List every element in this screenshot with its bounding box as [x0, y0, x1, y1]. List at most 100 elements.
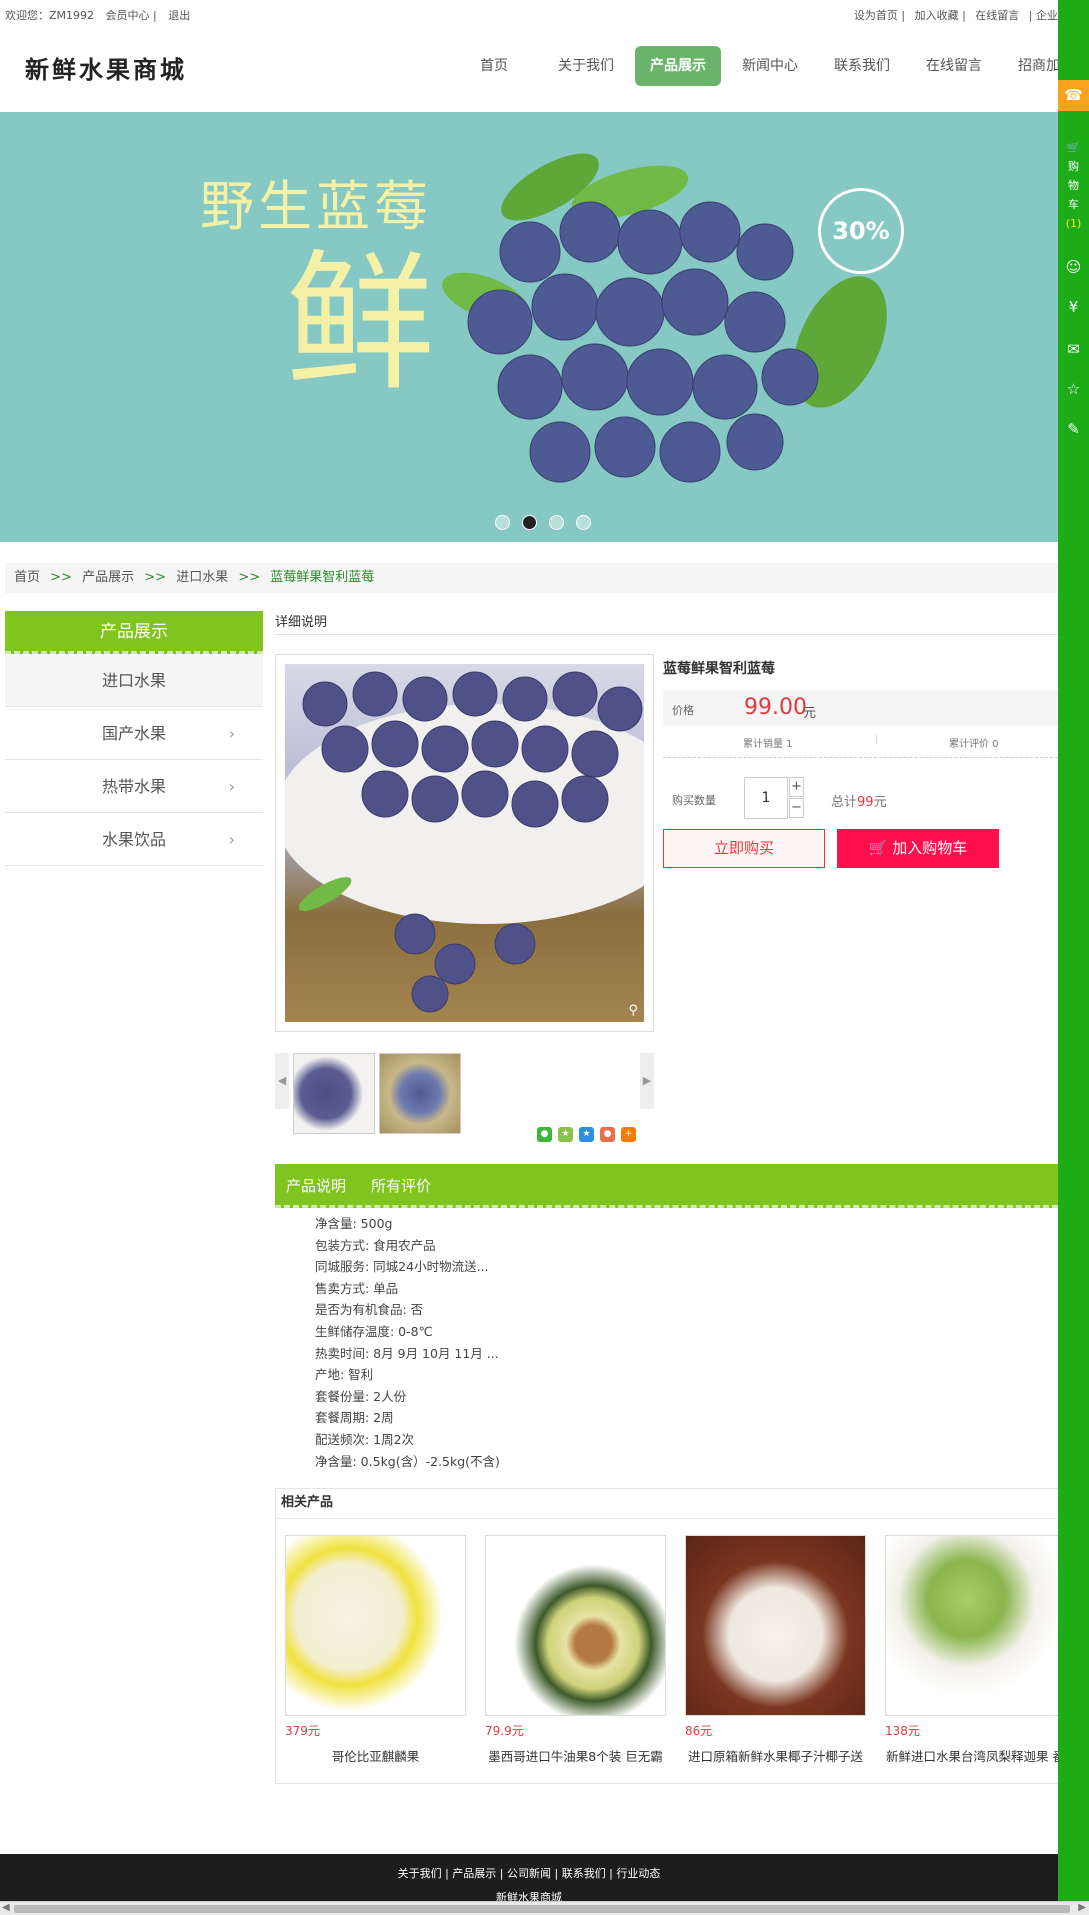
quantity-input[interactable]: 1 — [744, 777, 788, 819]
quantity-label: 购买数量 — [672, 794, 716, 807]
set-home-link[interactable]: 设为首页 | — [854, 9, 905, 22]
footer-links[interactable]: 关于我们 | 产品展示 | 公司新闻 | 联系我们 | 行业动态 — [0, 1854, 1058, 1881]
product-main-photo[interactable]: ⚲ — [275, 654, 654, 1032]
favorite-icon[interactable]: ★ — [579, 1127, 594, 1142]
related-image[interactable] — [485, 1535, 666, 1716]
carousel-dots — [495, 515, 591, 530]
wechat-icon[interactable]: ● — [537, 1127, 552, 1142]
sidebar-item-tropical[interactable]: 热带水果 › — [5, 760, 263, 813]
quantity-increase-button[interactable]: + — [789, 777, 804, 797]
top-bar: 欢迎您：ZM1992 会员中心 | 退出 设为首页 | 加入收藏 | 在线留言 … — [0, 0, 1058, 28]
welcome-text: 欢迎您：ZM1992 — [5, 9, 95, 22]
related-name[interactable]: 哥伦比亚麒麟果 — [285, 1746, 466, 1765]
thumbnail-prev-button[interactable]: ◀ — [275, 1053, 289, 1109]
scroll-right-icon[interactable]: ▶ — [1078, 1902, 1086, 1913]
related-products: 相关产品 379元 哥伦比亚麒麟果 79.9元 墨西哥进口牛油果8个装 巨无霸 … — [275, 1488, 1066, 1784]
breadcrumb-products[interactable]: 产品展示 — [82, 570, 134, 585]
thumbnail-1[interactable] — [293, 1053, 375, 1134]
edit-icon[interactable]: ✎ — [1058, 420, 1089, 438]
logout-link[interactable]: 退出 — [168, 9, 190, 22]
category-sidebar: 产品展示 进口水果 国产水果 › 热带水果 › 水果饮品 › — [5, 611, 263, 866]
add-favorite-link[interactable]: 加入收藏 | — [915, 9, 966, 22]
breadcrumb-category[interactable]: 进口水果 — [176, 570, 228, 585]
related-card[interactable]: 379元 哥伦比亚麒麟果 — [285, 1535, 466, 1765]
thumbnail-2[interactable] — [379, 1053, 461, 1134]
nav-message[interactable]: 在线留言 — [908, 46, 1000, 86]
nav-about[interactable]: 关于我们 — [540, 46, 632, 86]
detail-tabs: 产品说明 所有评价 — [275, 1164, 1058, 1208]
qzone-icon[interactable]: ★ — [558, 1127, 573, 1142]
cart-icon: 🛒 — [1066, 141, 1081, 154]
mail-icon[interactable]: ✉ — [1058, 340, 1089, 358]
main-nav: 首页 关于我们 产品展示 新闻中心 联系我们 在线留言 招商加盟 — [448, 46, 1089, 86]
spec-item: 净含量: 500g — [315, 1216, 393, 1231]
sidebar-item-imported[interactable]: 进口水果 — [5, 654, 263, 707]
carousel-dot-2[interactable] — [522, 515, 537, 530]
related-card[interactable]: 86元 进口原箱新鲜水果椰子汁椰子送 — [685, 1535, 866, 1765]
scrollbar-thumb[interactable] — [14, 1905, 1070, 1913]
related-image[interactable] — [885, 1535, 1066, 1716]
carousel-dot-4[interactable] — [576, 515, 591, 530]
nav-home[interactable]: 首页 — [448, 46, 540, 86]
carousel-dot-3[interactable] — [549, 515, 564, 530]
spec-item: 产地: 智利 — [315, 1367, 374, 1383]
related-name[interactable]: 新鲜进口水果台湾凤梨释迦果 番 — [885, 1746, 1066, 1765]
yen-icon[interactable]: ¥ — [1058, 298, 1089, 316]
blueberry-image — [442, 153, 887, 483]
spec-item: 包装方式: 食用农产品 — [315, 1237, 436, 1253]
more-icon[interactable]: + — [621, 1127, 636, 1142]
hero-banner[interactable]: 野生蓝莓 鲜 30% — [0, 112, 1058, 542]
scroll-left-icon[interactable]: ◀ — [2, 1902, 10, 1913]
add-to-cart-button[interactable]: 🛒 加入购物车 — [837, 829, 999, 868]
quantity-decrease-button[interactable]: − — [789, 798, 804, 818]
footer: 关于我们 | 产品展示 | 公司新闻 | 联系我们 | 行业动态 新鲜水果商城 — [0, 1854, 1058, 1904]
related-price: 379元 — [285, 1724, 320, 1738]
nav-contact[interactable]: 联系我们 — [816, 46, 908, 86]
buy-now-button[interactable]: 立即购买 — [663, 829, 825, 868]
carousel-dot-1[interactable] — [495, 515, 510, 530]
sales-stats: 累计销量 1 | 累计评价 0 — [663, 732, 1058, 758]
review-count: 累计评价 0 — [949, 739, 999, 750]
cart-icon: 🛒 — [868, 839, 893, 857]
total-amount: 99 — [857, 795, 874, 810]
site-logo[interactable]: 新鲜水果商城 — [25, 50, 187, 85]
rail-cart[interactable]: 🛒 购 物 车 (1) — [1058, 138, 1089, 233]
nav-news[interactable]: 新闻中心 — [724, 46, 816, 86]
share-bar: ● ★ ★ ● + — [537, 1127, 636, 1142]
related-image[interactable] — [285, 1535, 466, 1716]
related-name[interactable]: 墨西哥进口牛油果8个装 巨无霸 — [485, 1746, 666, 1765]
user-icon[interactable]: ☺ — [1058, 258, 1089, 276]
enterprise-link[interactable]: | 企业 — [1029, 9, 1058, 22]
sidebar-item-label: 进口水果 — [101, 671, 166, 690]
related-card[interactable]: 138元 新鲜进口水果台湾凤梨释迦果 番 — [885, 1535, 1066, 1765]
breadcrumb-home[interactable]: 首页 — [14, 570, 40, 585]
sidebar-item-drinks[interactable]: 水果饮品 › — [5, 813, 263, 866]
spec-item: 售卖方式: 单品 — [315, 1280, 399, 1296]
related-price: 86元 — [685, 1724, 713, 1738]
spec-item: 同城服务: 同城24小时物流送... — [315, 1259, 489, 1275]
zoom-icon[interactable]: ⚲ — [628, 1003, 638, 1018]
rail-cart-count: (1) — [1065, 217, 1082, 230]
tab-reviews[interactable]: 所有评价 — [360, 1164, 445, 1205]
sidebar-item-domestic[interactable]: 国产水果 › — [5, 707, 263, 760]
horizontal-scrollbar[interactable]: ◀ ▶ — [0, 1901, 1089, 1915]
member-center-link[interactable]: 会员中心 | — [106, 9, 157, 22]
discount-badge: 30% — [818, 188, 904, 274]
thumbnail-next-button[interactable]: ▶ — [640, 1053, 654, 1109]
spec-item: 套餐周期: 2周 — [315, 1410, 394, 1426]
rail-cart-char: 购 — [1068, 160, 1079, 173]
tab-description[interactable]: 产品说明 — [275, 1164, 360, 1205]
total-prefix: 总计 — [831, 795, 858, 810]
related-image[interactable] — [685, 1535, 866, 1716]
related-card[interactable]: 79.9元 墨西哥进口牛油果8个装 巨无霸 — [485, 1535, 666, 1765]
weibo-icon[interactable]: ● — [600, 1127, 615, 1142]
product-photo: ⚲ — [285, 664, 644, 1022]
add-to-cart-label: 加入购物车 — [892, 839, 968, 857]
service-icon[interactable]: ☎ — [1058, 80, 1089, 111]
nav-products[interactable]: 产品展示 — [635, 46, 721, 86]
star-icon[interactable]: ☆ — [1058, 380, 1089, 398]
spec-item: 配送频次: 1周2次 — [315, 1431, 415, 1447]
related-name[interactable]: 进口原箱新鲜水果椰子汁椰子送 — [685, 1746, 866, 1765]
online-message-link[interactable]: 在线留言 — [975, 9, 1019, 22]
top-bar-right: 设为首页 | 加入收藏 | 在线留言 | 企业 — [848, 7, 1058, 23]
